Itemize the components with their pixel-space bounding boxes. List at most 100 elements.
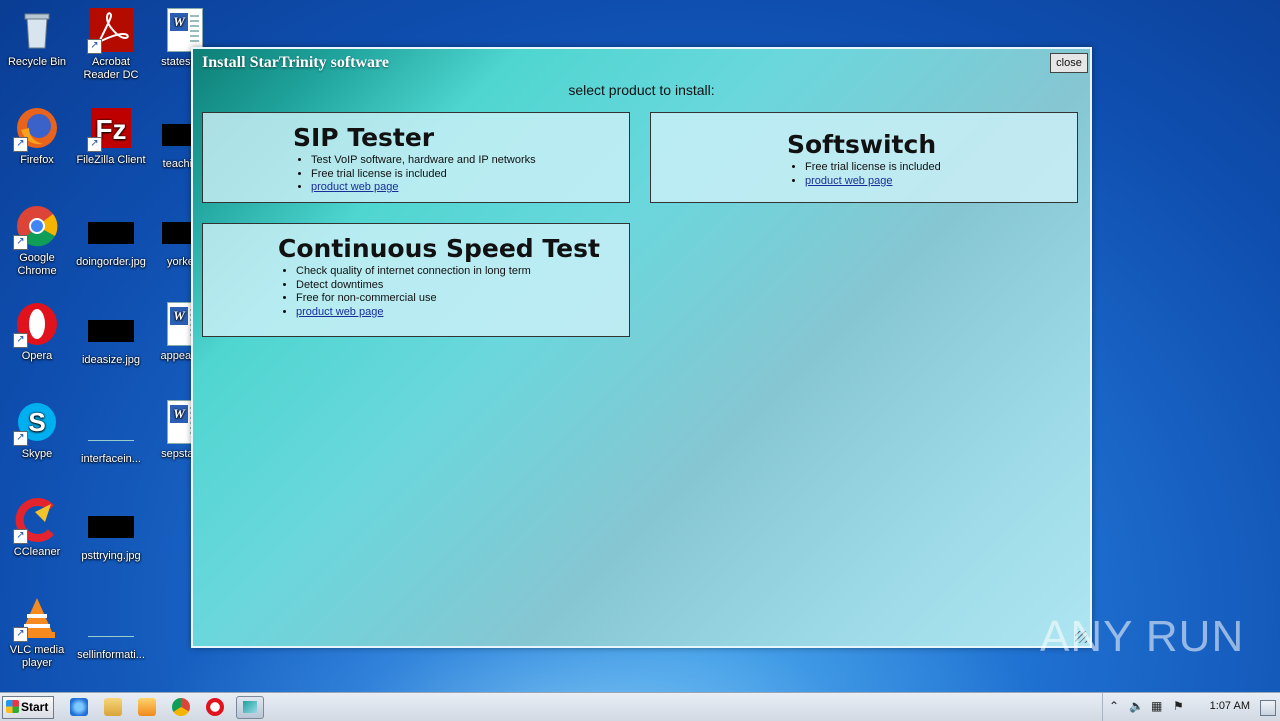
feature-item: Detect downtimes — [296, 279, 600, 293]
select-product-prompt: select product to install: — [568, 82, 715, 98]
shortcut-arrow-icon: ↗ — [87, 39, 102, 54]
desktop-icon-filezilla[interactable]: Fz ↗ FileZilla Client — [74, 106, 148, 167]
desktop-icon-acrobat[interactable]: ↗ Acrobat Reader DC — [74, 8, 148, 82]
shortcut-arrow-icon: ↗ — [13, 333, 28, 348]
windows-logo-icon — [6, 700, 19, 713]
desktop-icon-skype[interactable]: S ↗ Skype — [0, 400, 74, 461]
clock[interactable]: 1:07 AM — [1210, 700, 1250, 712]
product-web-page-link[interactable]: product web page — [311, 181, 398, 193]
feature-item: Check quality of internet connection in … — [296, 265, 600, 279]
product-title: Softswitch — [787, 130, 937, 159]
feature-item: Free trial license is included — [311, 168, 536, 182]
desktop-icon-label: ideasize.jpg — [81, 354, 141, 366]
opera-taskbar-icon[interactable] — [206, 698, 224, 716]
tray-expand-icon[interactable]: ⌃ — [1109, 699, 1119, 713]
desktop-file-doingorder[interactable]: doingorder.jpg — [74, 210, 148, 269]
desktop-file-sellinformati[interactable]: sellinformati... — [74, 602, 148, 662]
explorer-icon[interactable] — [104, 698, 122, 716]
product-card-content: Softswitch Free trial license is include… — [787, 130, 941, 188]
network-icon[interactable]: ▦ — [1151, 699, 1162, 713]
start-label: Start — [21, 700, 49, 714]
product-web-page-link[interactable]: product web page — [296, 306, 383, 318]
chrome-taskbar-icon[interactable] — [172, 698, 190, 716]
desktop-icon-label: Opera — [21, 350, 53, 362]
desktop-file-ideasize[interactable]: ideasize.jpg — [74, 308, 148, 367]
window-title: Install StarTrinity software — [202, 54, 389, 71]
feature-list: Test VoIP software, hardware and IP netw… — [293, 154, 536, 195]
desktop-icon-label: interfacein... — [81, 453, 141, 465]
product-card-sip-tester[interactable]: SIP Tester Test VoIP software, hardware … — [202, 112, 630, 203]
ccleaner-icon: ↗ — [13, 498, 59, 544]
shortcut-arrow-icon: ↗ — [13, 431, 28, 446]
feature-item: Free for non-commercial use — [296, 292, 600, 306]
image-thumb-icon — [88, 320, 134, 342]
volume-icon[interactable]: 🔈 — [1129, 699, 1144, 713]
system-tray: ⌃ 🔈 ▦ ⚑ 1:07 AM — [1102, 693, 1280, 721]
startrinity-taskbar-button[interactable] — [236, 696, 264, 719]
filezilla-icon: Fz ↗ — [87, 106, 133, 152]
desktop-icon-ccleaner[interactable]: ↗ CCleaner — [0, 498, 74, 559]
desktop-icon-label: VLC media player — [9, 644, 65, 669]
close-button[interactable]: close — [1050, 53, 1088, 73]
desktop-file-interfacein[interactable]: interfacein... — [74, 406, 148, 466]
blank-file-icon — [88, 614, 134, 637]
show-desktop-button[interactable] — [1260, 700, 1276, 716]
desktop-icon-chrome[interactable]: ↗ Google Chrome — [0, 204, 74, 278]
startrinity-icon — [243, 701, 257, 713]
product-web-page-link[interactable]: product web page — [805, 175, 892, 187]
ie-icon[interactable] — [70, 698, 88, 716]
desktop-file-psttrying[interactable]: psttrying.jpg — [74, 504, 148, 563]
feature-item: product web page — [296, 306, 600, 320]
feature-item: product web page — [805, 175, 941, 189]
word-doc-icon-wrap: W — [163, 8, 207, 52]
desktop-icon-label: CCleaner — [13, 546, 61, 558]
desktop-icon-label: FileZilla Client — [76, 154, 146, 166]
opera-icon: ↗ — [13, 302, 59, 348]
feature-item: Free trial license is included — [805, 161, 941, 175]
installer-window: Install StarTrinity software close selec… — [191, 47, 1092, 648]
shortcut-arrow-icon: ↗ — [13, 235, 28, 250]
desktop-icon-vlc[interactable]: ↗ VLC media player — [0, 596, 74, 670]
feature-list: Free trial license is included product w… — [787, 161, 941, 188]
desktop-icon-opera[interactable]: ↗ Opera — [0, 302, 74, 363]
skype-icon: S ↗ — [13, 400, 59, 446]
product-title: SIP Tester — [293, 123, 435, 152]
vlc-icon: ↗ — [13, 596, 59, 642]
product-card-content: Continuous Speed Test Check quality of i… — [278, 234, 600, 319]
svg-text:S: S — [28, 407, 45, 437]
feature-item: product web page — [311, 181, 536, 195]
taskbar: Start ⌃ 🔈 ▦ ⚑ 1:07 AM — [0, 692, 1280, 721]
desktop-icon-label: Skype — [21, 448, 53, 460]
shortcut-arrow-icon: ↗ — [13, 529, 28, 544]
blank-file-icon — [88, 418, 134, 441]
desktop-icon-label: Google Chrome — [17, 252, 57, 277]
image-thumb-icon — [88, 222, 134, 244]
product-title: Continuous Speed Test — [278, 234, 600, 263]
chrome-icon: ↗ — [13, 204, 59, 250]
shortcut-arrow-icon: ↗ — [13, 137, 28, 152]
desktop-icon-firefox[interactable]: ↗ Firefox — [0, 106, 74, 167]
desktop-icon-label: Recycle Bin — [7, 56, 67, 68]
desktop-icon-label: Acrobat Reader DC — [83, 56, 139, 81]
desktop-icon-label: sellinformati... — [77, 649, 145, 661]
product-card-content: SIP Tester Test VoIP software, hardware … — [293, 123, 536, 195]
shortcut-arrow-icon: ↗ — [13, 627, 28, 642]
feature-list: Check quality of internet connection in … — [278, 265, 600, 319]
word-doc-icon: W — [167, 8, 203, 52]
product-card-continuous-speed-test[interactable]: Continuous Speed Test Check quality of i… — [202, 223, 630, 337]
desktop-icon-label: Firefox — [20, 154, 54, 166]
feature-item: Test VoIP software, hardware and IP netw… — [311, 154, 536, 168]
desktop-icon-recycle-bin[interactable]: Recycle Bin — [0, 8, 74, 69]
product-card-softswitch[interactable]: Softswitch Free trial license is include… — [650, 112, 1078, 203]
anyrun-watermark: ANY RUN — [1040, 612, 1245, 661]
recycle-bin-icon — [15, 8, 59, 52]
image-thumb-icon — [88, 516, 134, 538]
desktop-icon-label: doingorder.jpg — [76, 256, 146, 268]
firefox-icon: ↗ — [13, 106, 59, 152]
start-button[interactable]: Start — [2, 696, 54, 719]
media-player-icon[interactable] — [138, 698, 156, 716]
desktop-icon-label: psttrying.jpg — [81, 550, 141, 562]
acrobat-icon: ↗ — [87, 8, 133, 54]
shortcut-arrow-icon: ↗ — [87, 137, 102, 152]
action-center-flag-icon[interactable]: ⚑ — [1173, 699, 1184, 713]
